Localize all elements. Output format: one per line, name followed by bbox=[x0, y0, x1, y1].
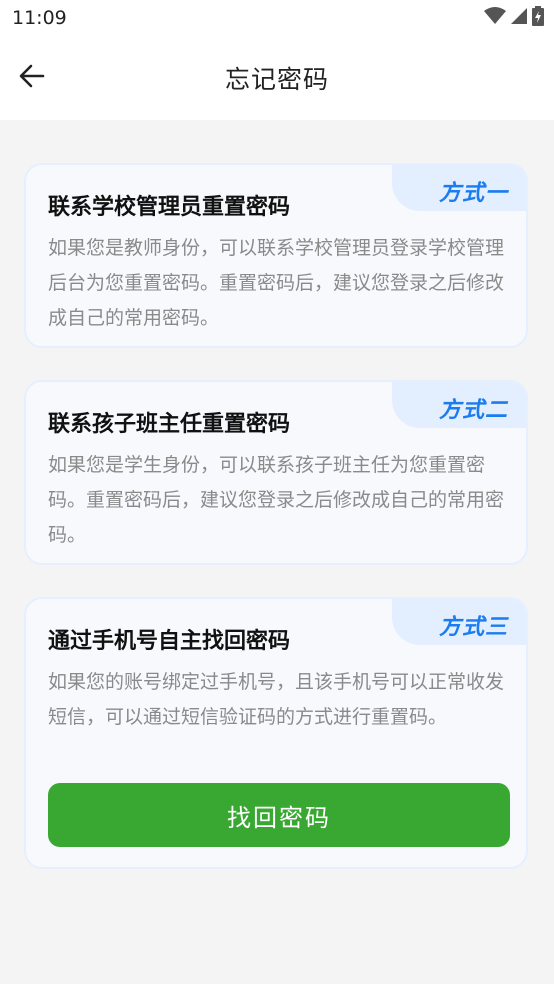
method-title: 联系孩子班主任重置密码 bbox=[48, 412, 291, 437]
method-tag-badge: 方式二 bbox=[392, 382, 526, 428]
method-card-1: 方式一 联系学校管理员重置密码 如果您是教师身份，可以联系学校管理员登录学校管理… bbox=[24, 163, 528, 348]
method-tag-label: 方式二 bbox=[438, 398, 508, 423]
status-icons bbox=[484, 6, 544, 30]
app-bar: 忘记密码 bbox=[0, 38, 554, 120]
method-description: 如果您的账号绑定过手机号，且该手机号可以正常收发短信，可以通过短信验证码的方式进… bbox=[48, 671, 505, 728]
method-title: 通过手机号自主找回密码 bbox=[48, 629, 291, 654]
method-tag-badge: 方式三 bbox=[392, 599, 526, 645]
method-tag-label: 方式三 bbox=[438, 615, 508, 640]
status-time: 11:09 bbox=[12, 7, 67, 29]
method-tag-badge: 方式一 bbox=[392, 165, 526, 211]
recover-password-button[interactable]: 找回密码 bbox=[48, 783, 510, 847]
method-description: 如果您是学生身份，可以联系孩子班主任为您重置密码。重置密码后，建议您登录之后修改… bbox=[48, 454, 505, 546]
page-title: 忘记密码 bbox=[224, 65, 329, 94]
battery-charging-icon bbox=[532, 6, 544, 30]
method-description: 如果您是教师身份，可以联系学校管理员登录学校管理后台为您重置密码。重置密码后，建… bbox=[48, 237, 505, 329]
method-tag-label: 方式一 bbox=[438, 181, 508, 206]
status-bar: 11:09 bbox=[0, 0, 554, 38]
wifi-icon bbox=[484, 7, 506, 29]
method-card-2: 方式二 联系孩子班主任重置密码 如果您是学生身份，可以联系孩子班主任为您重置密码… bbox=[24, 380, 528, 565]
signal-icon bbox=[510, 7, 528, 29]
method-card-3: 方式三 通过手机号自主找回密码 如果您的账号绑定过手机号，且该手机号可以正常收发… bbox=[24, 597, 528, 869]
method-title: 联系学校管理员重置密码 bbox=[48, 195, 291, 220]
